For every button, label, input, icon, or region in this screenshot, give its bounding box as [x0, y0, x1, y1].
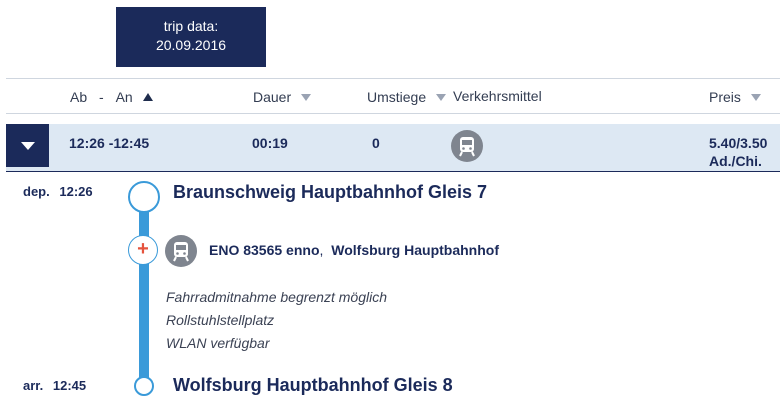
departure-time: dep. 12:26 — [23, 184, 93, 199]
train-info: ENO 83565 enno, Wolfsburg Hauptbahnhof — [209, 242, 499, 258]
note-wlan: WLAN verfügbar — [166, 335, 270, 351]
arrival-stop-marker — [134, 376, 154, 396]
departure-stop-marker — [128, 181, 160, 213]
arrival-time-value: 12:45 — [52, 378, 87, 393]
arrival-time: arr. 12:45 — [23, 378, 86, 393]
departure-station: Braunschweig Hauptbahnhof Gleis 7 — [173, 182, 488, 202]
sort-descending-icon — [301, 94, 312, 101]
trip-date-box: trip data: 20.09.2016 — [116, 7, 266, 67]
trip-date-value: 20.09.2016 — [155, 37, 227, 53]
connection-price-note: Ad./Chi. — [709, 153, 762, 169]
sort-duration[interactable]: Dauer — [253, 89, 312, 105]
trip-date-label: trip data: — [163, 18, 219, 34]
route-timeline — [139, 196, 149, 382]
header-dash: - — [99, 89, 104, 105]
train-icon — [451, 130, 483, 162]
header-verkehrsmittel: Verkehrsmittel — [453, 88, 542, 104]
header-an: An — [115, 89, 133, 105]
sort-changes[interactable]: Umstiege — [367, 89, 447, 105]
header-umstiege: Umstiege — [367, 89, 427, 105]
plus-icon[interactable]: + — [128, 235, 158, 265]
sort-departure-arrival[interactable]: Ab - An — [70, 89, 153, 105]
sort-descending-icon — [436, 94, 447, 101]
connection-time-range: 12:26 -12:45 — [69, 135, 150, 151]
train-direction: Wolfsburg Hauptbahnhof — [331, 242, 499, 258]
arrival-station: Wolfsburg Hauptbahnhof Gleis 8 — [173, 375, 453, 395]
sort-descending-icon — [750, 94, 761, 101]
departure-time-value: 12:26 — [59, 184, 93, 199]
chevron-down-icon — [21, 142, 35, 150]
train-icon — [165, 235, 197, 267]
note-wheelchair: Rollstuhlstellplatz — [166, 312, 275, 328]
connection-duration: 00:19 — [252, 135, 288, 151]
departure-label: dep. — [23, 184, 50, 199]
header-ab: Ab — [70, 89, 88, 105]
connection-row[interactable]: 12:26 -12:45 00:19 0 5.40/3.50 Ad./Chi. — [6, 124, 780, 172]
results-header: Ab - An Dauer Umstiege Verkehrsmittel Pr… — [6, 78, 780, 114]
sort-price[interactable]: Preis — [709, 89, 761, 105]
connection-changes: 0 — [372, 135, 380, 151]
train-number: ENO 83565 enno — [209, 242, 320, 258]
header-preis: Preis — [709, 89, 741, 105]
header-dauer: Dauer — [253, 89, 292, 105]
arrival-label: arr. — [23, 378, 44, 393]
sort-ascending-icon — [142, 93, 153, 101]
connection-price: 5.40/3.50 — [709, 135, 768, 151]
note-bicycle: Fahrradmitnahme begrenzt möglich — [166, 289, 387, 305]
expand-button[interactable] — [6, 124, 49, 167]
